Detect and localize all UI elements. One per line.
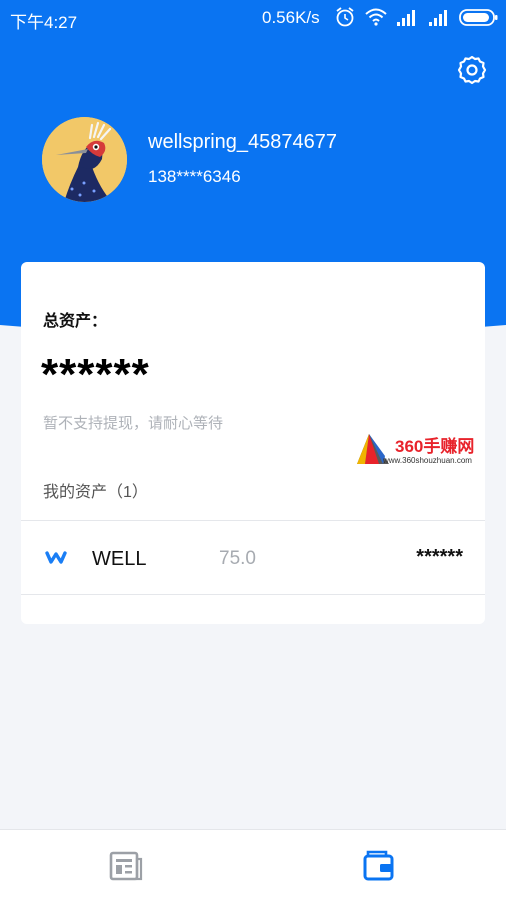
battery-icon [459,9,498,26]
phone-number: 138****6346 [148,167,241,186]
username: wellspring_45874677 [148,131,338,153]
asset-value: ****** [416,546,463,568]
watermark-text: 360手赚网 [395,437,475,456]
watermark-url: www.360shouzhuan.com [383,456,472,465]
bottom-nav [0,829,506,901]
asset-amount: 75.0 [219,548,256,569]
my-assets-label: 我的资产（1） [43,484,148,501]
withdraw-notice: 暂不支持提现，请耐心等待 [43,415,224,432]
well-coin-icon [45,551,67,564]
asset-row-well[interactable]: WELL 75.0 ****** [21,522,485,594]
bird-avatar-icon [42,117,127,202]
gear-icon[interactable] [456,54,488,86]
signal-icon [397,10,415,26]
news-icon[interactable] [109,850,143,882]
status-time: 下午4:27 [10,13,78,32]
status-bar: 下午4:27 0.56K/s [0,0,506,36]
avatar[interactable] [42,117,127,202]
asset-name: WELL [92,548,147,570]
wallet-icon[interactable] [362,850,396,882]
divider [21,520,485,521]
total-assets-value: ****** [41,350,150,399]
alarm-icon [336,7,354,27]
signal-icon-2 [429,10,447,26]
divider [21,594,485,595]
total-assets-label: 总资产： [43,313,108,330]
wifi-icon [365,8,387,26]
watermark-logo: 360手赚网 www.360shouzhuan.com [355,432,500,468]
network-speed: 0.56K/s [262,8,320,27]
